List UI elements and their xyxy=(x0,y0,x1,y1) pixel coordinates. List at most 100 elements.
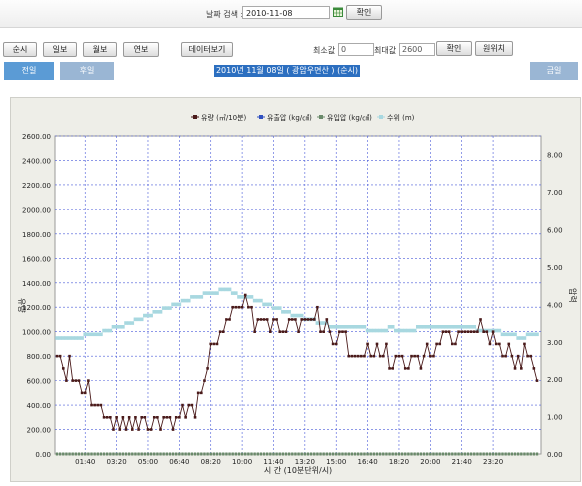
max-input[interactable]: 2600 xyxy=(399,43,435,56)
min-input[interactable]: 0 xyxy=(338,43,374,56)
flow-point xyxy=(378,354,382,358)
flow-chart: 유량 (㎥/10분) 유출압 (kg/㎠) 유입압 (kg/㎠) 수위 (m) 0.0… xyxy=(17,113,578,475)
date-search-bar: 날짜 검색 : 2010-11-08 확인 xyxy=(0,0,582,28)
flow-point xyxy=(532,367,536,370)
level-point xyxy=(255,298,260,303)
flow-point xyxy=(438,342,442,346)
inlet-pressure-point xyxy=(212,452,216,456)
flow-point xyxy=(140,416,144,419)
inlet-pressure-point xyxy=(297,452,300,456)
calendar-icon[interactable] xyxy=(333,7,343,17)
reset-button[interactable]: 원위치 xyxy=(475,41,513,56)
level-point xyxy=(271,306,276,310)
chart-title: 2010년 11월 08일 ( 광암우면산 ) (순시) xyxy=(214,65,360,77)
inlet-pressure-point xyxy=(247,452,250,456)
level-point xyxy=(262,302,266,307)
date-input[interactable]: 2010-11-08 xyxy=(242,6,330,19)
inlet-pressure-point xyxy=(388,452,391,456)
period-button-daily[interactable]: 일보 xyxy=(43,42,77,57)
level-point xyxy=(281,310,285,314)
flow-point xyxy=(516,354,520,358)
flow-point xyxy=(152,416,156,419)
inlet-pressure-point xyxy=(460,452,463,456)
level-point xyxy=(277,306,282,310)
flow-point xyxy=(143,416,147,419)
flow-point xyxy=(218,330,222,333)
inlet-pressure-point xyxy=(416,452,419,456)
level-point xyxy=(497,328,502,333)
inlet-pressure-point xyxy=(375,452,379,456)
inlet-pressure-point xyxy=(447,452,451,456)
level-point xyxy=(494,328,499,333)
flow-point xyxy=(472,330,476,333)
level-point xyxy=(447,325,451,329)
level-point xyxy=(237,295,241,299)
level-point xyxy=(516,336,520,340)
level-point xyxy=(121,325,125,329)
inlet-pressure-point xyxy=(259,452,263,456)
flow-point xyxy=(228,318,231,321)
inlet-pressure-point xyxy=(102,452,106,456)
level-point xyxy=(356,325,360,329)
inlet-pressure-point xyxy=(466,452,470,456)
inlet-pressure-point xyxy=(187,452,190,456)
level-point xyxy=(378,328,382,333)
level-point xyxy=(196,295,200,299)
inlet-pressure-point xyxy=(356,452,360,456)
tab-today[interactable]: 금일 xyxy=(530,62,578,80)
flow-point xyxy=(181,403,184,407)
tab-prev-day[interactable]: 전일 xyxy=(4,62,54,80)
flow-point xyxy=(137,428,140,431)
x-tick-label: 13:20 xyxy=(295,458,315,466)
inlet-pressure-point xyxy=(335,452,338,456)
flow-point xyxy=(105,416,109,419)
level-point xyxy=(331,325,335,329)
inlet-pressure-point xyxy=(162,452,165,456)
inlet-pressure-point xyxy=(231,452,234,456)
period-button-instant[interactable]: 순시 xyxy=(3,42,37,57)
inlet-pressure-point xyxy=(93,452,96,456)
flow-point xyxy=(115,416,118,419)
inlet-pressure-point xyxy=(513,452,517,456)
date-confirm-button[interactable]: 확인 xyxy=(346,5,382,20)
level-point xyxy=(528,332,533,337)
flow-point xyxy=(435,342,438,346)
level-point xyxy=(296,313,301,318)
level-point xyxy=(105,328,109,333)
level-point xyxy=(535,332,539,337)
apply-button[interactable]: 확인 xyxy=(436,41,472,56)
flow-point xyxy=(190,403,194,407)
inlet-pressure-point xyxy=(175,452,178,456)
level-point xyxy=(456,325,461,329)
flow-point xyxy=(87,379,90,382)
level-point xyxy=(488,328,492,333)
tab-next-day[interactable]: 후일 xyxy=(60,62,114,80)
flow-point xyxy=(529,354,533,358)
data-view-button[interactable]: 데이터보기 xyxy=(181,42,233,57)
inlet-pressure-point xyxy=(68,452,71,456)
inlet-pressure-point xyxy=(253,452,256,456)
level-point xyxy=(412,328,417,333)
level-point xyxy=(80,336,84,340)
inlet-pressure-point xyxy=(112,452,115,456)
inlet-pressure-point xyxy=(344,452,347,456)
period-button-yearly[interactable]: 연보 xyxy=(123,42,159,57)
level-point xyxy=(459,325,464,329)
level-point xyxy=(472,325,477,329)
inlet-pressure-point xyxy=(87,452,90,456)
flow-point xyxy=(482,330,485,333)
level-point xyxy=(299,313,304,318)
level-point xyxy=(77,336,81,340)
flow-point xyxy=(510,354,514,358)
level-point xyxy=(234,291,238,295)
y-left-tick-label: 0.00 xyxy=(35,451,51,459)
level-point xyxy=(287,310,291,314)
flow-point xyxy=(80,391,84,395)
period-button-monthly[interactable]: 월보 xyxy=(83,42,117,57)
level-point xyxy=(340,325,345,329)
y-left-tick-label: 2600.00 xyxy=(22,133,51,141)
flow-point xyxy=(221,330,225,333)
level-point xyxy=(174,302,179,307)
inlet-pressure-point xyxy=(143,452,147,456)
inlet-pressure-point xyxy=(407,452,410,456)
